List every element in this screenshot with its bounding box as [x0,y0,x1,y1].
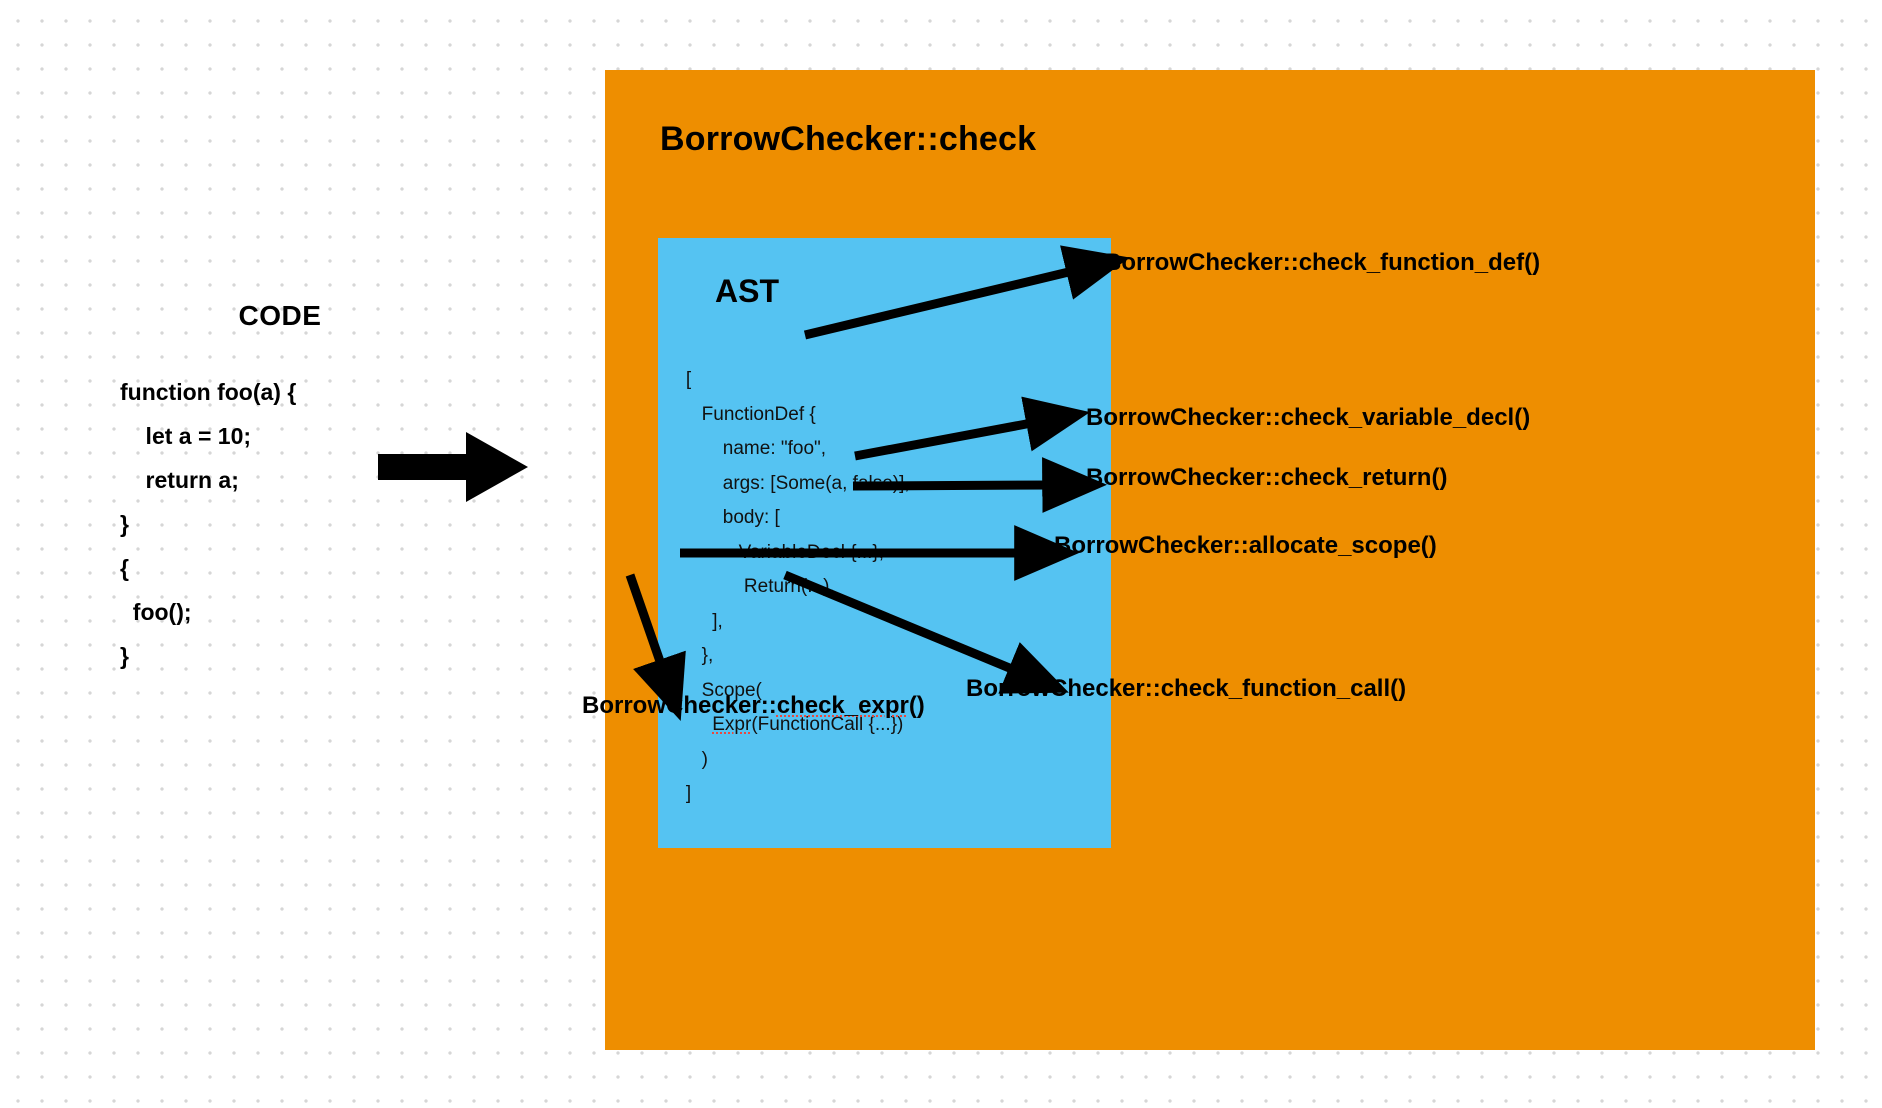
code-line: function foo(a) { [120,379,297,405]
code-line: foo(); [120,599,192,625]
code-panel-title: CODE [238,300,322,331]
code-block: function foo(a) { let a = 10; return a; … [120,370,440,678]
code-line: } [120,643,129,669]
call-label-allocate-scope: BorrowChecker::allocate_scope() [1054,532,1437,559]
ast-code-block: [ FunctionDef { name: "foo", args: [Some… [670,363,1110,812]
code-line: { [120,555,129,581]
ast-line: ] [670,783,692,804]
ast-line: Return(...), [670,576,835,597]
call-label-check-function-call: BorrowChecker::check_function_call() [966,675,1407,702]
call-label-check-function-def: BorrowChecker::check_function_def() [1104,249,1541,276]
call-label-check-return: BorrowChecker::check_return() [1086,464,1448,491]
spellcheck-underline: check_expr [776,692,909,719]
right-arrow-icon [378,432,528,502]
ast-line: [ [670,369,692,390]
borrow-checker-check-container: BorrowChecker::check AST [ FunctionDef {… [582,70,1815,1050]
ast-line: }, [670,645,714,666]
ast-line: FunctionDef { [670,403,816,425]
ast-line: args: [Some(a, false)], [670,472,910,494]
ast-line: ) [670,748,708,770]
ast-line: VariableDecl {...}, [670,541,885,563]
ast-title: AST [715,273,779,309]
diagram-canvas: CODE function foo(a) { let a = 10; retur… [0,0,1882,1108]
ast-line: body: [ [670,507,780,528]
ast-line: name: "foo", [670,438,827,459]
ast-container: AST [ FunctionDef { name: "foo", args: [… [658,238,1111,848]
code-line: } [120,511,129,537]
ast-line: ], [670,610,723,632]
orange-box-title: BorrowChecker::check [660,120,1037,158]
call-label-check-expr: BorrowChecker::check_expr() [582,692,925,719]
call-label-check-variable-decl: BorrowChecker::check_variable_decl() [1086,404,1531,431]
